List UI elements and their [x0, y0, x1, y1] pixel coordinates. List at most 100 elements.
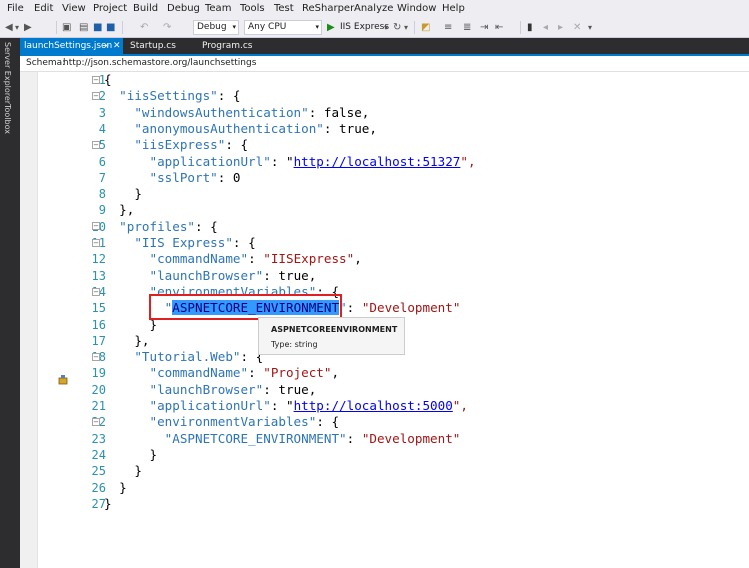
code-line: "anonymousAuthentication": true,: [104, 120, 377, 136]
tab-label: Startup.cs: [130, 41, 176, 51]
uncomment-icon[interactable]: ≣: [463, 20, 471, 35]
code-line: },: [104, 202, 135, 218]
code-line: "Tutorial.Web": {: [104, 349, 264, 365]
schema-url[interactable]: http://json.schemastore.org/launchsettin…: [63, 56, 256, 71]
open-file-icon[interactable]: ▤: [79, 20, 88, 35]
outdent-icon[interactable]: ⇤: [495, 20, 503, 35]
menu-help[interactable]: Help: [442, 3, 465, 14]
indent-icon[interactable]: ⇥: [480, 20, 488, 35]
code-line: }: [104, 495, 112, 511]
code-line: "applicationUrl": "http://localhost:5132…: [104, 153, 476, 169]
code-line: "iisSettings": {: [104, 88, 241, 104]
fold-toggle[interactable]: −: [92, 141, 100, 149]
forward-icon[interactable]: ▶: [24, 20, 32, 35]
redo-icon[interactable]: ↷: [163, 20, 171, 35]
toolbox-tab[interactable]: Toolbox: [3, 104, 12, 134]
code-line: }: [104, 186, 142, 202]
undo-icon[interactable]: ↶: [140, 20, 148, 35]
code-line: "launchBrowser": true,: [104, 381, 317, 397]
line-number: 3: [98, 105, 106, 120]
fold-toggle[interactable]: −: [92, 239, 100, 247]
server-explorer-tab[interactable]: Server Explorer: [3, 42, 12, 104]
code-line: "windowsAuthentication": false,: [104, 104, 370, 120]
code-line: "commandName": "Project",: [104, 365, 340, 381]
configuration-select[interactable]: Debug ▾: [193, 20, 239, 35]
line-number: 20: [91, 382, 106, 397]
fold-toggle[interactable]: −: [92, 288, 100, 296]
menu-bar: File Edit View Project Build Debug Team …: [0, 0, 749, 18]
code-line: "applicationUrl": "http://localhost:5000…: [104, 398, 468, 413]
next-bookmark-icon[interactable]: ▸: [558, 20, 563, 35]
fold-toggle[interactable]: −: [92, 418, 100, 426]
refresh-icon[interactable]: ↻: [393, 20, 401, 35]
fold-toggle[interactable]: −: [92, 76, 100, 84]
comment-icon[interactable]: ≡: [444, 20, 452, 35]
tooltip-type: Type: string: [271, 340, 318, 349]
schema-label: Schema:: [26, 58, 66, 68]
refresh-dropdown-icon[interactable]: ▾: [404, 20, 408, 35]
tool-window-strip: Server Explorer Toolbox: [0, 38, 20, 568]
run-dropdown-icon[interactable]: ▾: [384, 20, 388, 35]
line-number: 6: [98, 154, 106, 169]
line-number: 27: [91, 496, 106, 511]
glyph-margin: [20, 72, 38, 568]
tab-program[interactable]: Program.cs: [198, 38, 273, 54]
menu-window[interactable]: Window: [397, 3, 436, 14]
code-line: "commandName": "IISExpress",: [104, 251, 362, 267]
code-line: "IIS Express": {: [104, 235, 256, 250]
run-target-label[interactable]: IIS Express: [340, 20, 389, 35]
tab-startup[interactable]: Startup.cs: [126, 38, 196, 54]
line-number: 26: [91, 480, 106, 495]
menu-file[interactable]: File: [7, 3, 24, 14]
dropdown-arrow-icon[interactable]: ▾: [15, 20, 19, 35]
new-project-icon[interactable]: ▣: [62, 20, 71, 35]
menu-build[interactable]: Build: [133, 3, 158, 14]
quickinfo-tooltip: ASPNETCOREENVIRONMENT Type: string: [258, 317, 405, 355]
code-line: "environmentVariables": {: [104, 414, 340, 430]
code-line: },: [104, 332, 150, 348]
fold-toggle[interactable]: −: [92, 222, 100, 230]
save-icon[interactable]: ■: [93, 20, 102, 35]
pin-icon[interactable]: ⊸: [102, 38, 109, 54]
code-line: }: [104, 479, 127, 495]
line-number: 24: [91, 447, 106, 462]
platform-select[interactable]: Any CPU ▾: [244, 20, 322, 35]
application-url-link[interactable]: http://localhost:5000: [294, 398, 453, 413]
bookmark-icon[interactable]: ▮: [527, 20, 533, 35]
code-line: "ASPNETCORE_ENVIRONMENT": "Development": [104, 430, 461, 446]
code-line: "profiles": {: [104, 218, 218, 234]
code-line: {: [104, 72, 112, 87]
code-line: }: [104, 446, 158, 462]
fold-toggle[interactable]: −: [92, 92, 100, 100]
save-all-icon[interactable]: ■: [106, 20, 115, 35]
line-number: 16: [91, 317, 106, 332]
find-icon[interactable]: ◩: [421, 20, 430, 35]
menu-resharper[interactable]: ReSharper: [302, 3, 354, 14]
application-url-link[interactable]: http://localhost:51327: [294, 154, 461, 169]
menu-test[interactable]: Test: [274, 3, 294, 14]
close-icon[interactable]: ✕: [113, 38, 121, 54]
menu-debug[interactable]: Debug: [167, 3, 200, 14]
fold-toggle[interactable]: −: [92, 353, 100, 361]
menu-team[interactable]: Team: [205, 3, 231, 14]
clear-bookmarks-icon[interactable]: ✕: [573, 20, 581, 35]
tab-launchsettings[interactable]: launchSettings.json ⊸ ✕: [20, 38, 123, 54]
tooltip-title: ASPNETCOREENVIRONMENT: [271, 325, 398, 334]
menu-edit[interactable]: Edit: [34, 3, 53, 14]
menu-analyze[interactable]: Analyze: [354, 3, 393, 14]
line-number: 9: [98, 203, 106, 218]
code-line: }: [104, 463, 142, 479]
code-line: "launchBrowser": true,: [104, 267, 317, 283]
line-number: 17: [91, 333, 106, 348]
menu-project[interactable]: Project: [93, 3, 127, 14]
menu-tools[interactable]: Tools: [240, 3, 265, 14]
line-number: 21: [91, 399, 106, 413]
tab-label: launchSettings.json: [24, 41, 113, 51]
run-icon[interactable]: ▶: [327, 20, 335, 35]
toolbar-overflow-icon[interactable]: ▾: [588, 20, 592, 35]
code-line: "iisExpress": {: [104, 137, 249, 153]
back-icon[interactable]: ◀: [5, 20, 13, 35]
line-number: 25: [91, 464, 106, 479]
menu-view[interactable]: View: [62, 3, 86, 14]
prev-bookmark-icon[interactable]: ◂: [543, 20, 548, 35]
